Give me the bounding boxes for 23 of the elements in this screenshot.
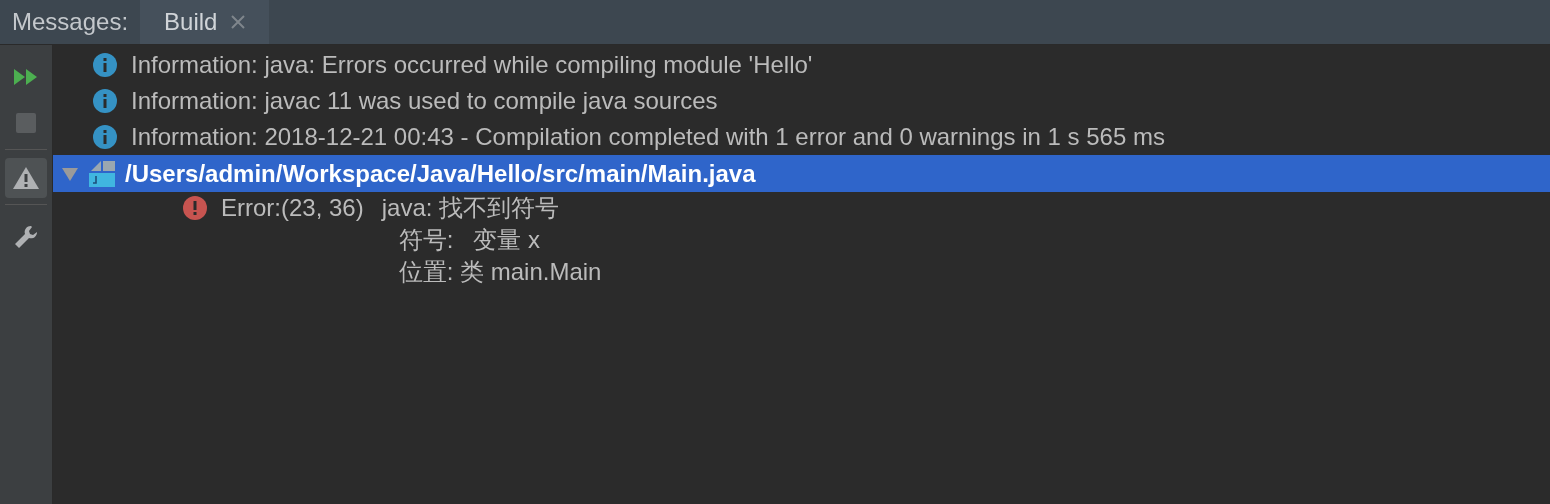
warning-icon: [12, 166, 40, 190]
error-icon: [183, 196, 207, 220]
error-detail: 位置: 类 main.Main: [397, 257, 602, 287]
run-icon: [13, 68, 39, 86]
error-detail: 符号: 变量 x: [397, 225, 542, 255]
file-row[interactable]: /Users/admin/Workspace/Java/Hello/src/main/Main.java: [53, 155, 1550, 192]
build-tab[interactable]: Build: [140, 0, 270, 44]
tab-label: Build: [164, 7, 218, 37]
info-icon: [93, 89, 117, 113]
info-message: Information: 2018-12-21 00:43 - Compilation completed with 1 error and 0 warnings in 1 s 565 ms: [131, 122, 1165, 152]
info-icon: [93, 125, 117, 149]
stop-icon: [16, 113, 36, 133]
info-message: Information: java: Errors occurred while compiling module 'Hello': [131, 50, 813, 80]
java-file-icon: [87, 158, 117, 189]
error-location: Error:(23, 36): [221, 193, 364, 223]
panel-title: Messages:: [11, 7, 130, 37]
toolbar-button[interactable]: [5, 158, 47, 198]
error-detail: java: 找不到符号: [381, 193, 561, 223]
file-path: /Users/admin/Workspace/Java/Hello/src/main/Main.java: [125, 158, 756, 189]
info-icon: [93, 53, 117, 77]
close-icon[interactable]: [231, 15, 246, 29]
info-message: Information: javac 11 was used to compile java sources: [131, 86, 718, 116]
wrench-icon: [13, 224, 39, 250]
